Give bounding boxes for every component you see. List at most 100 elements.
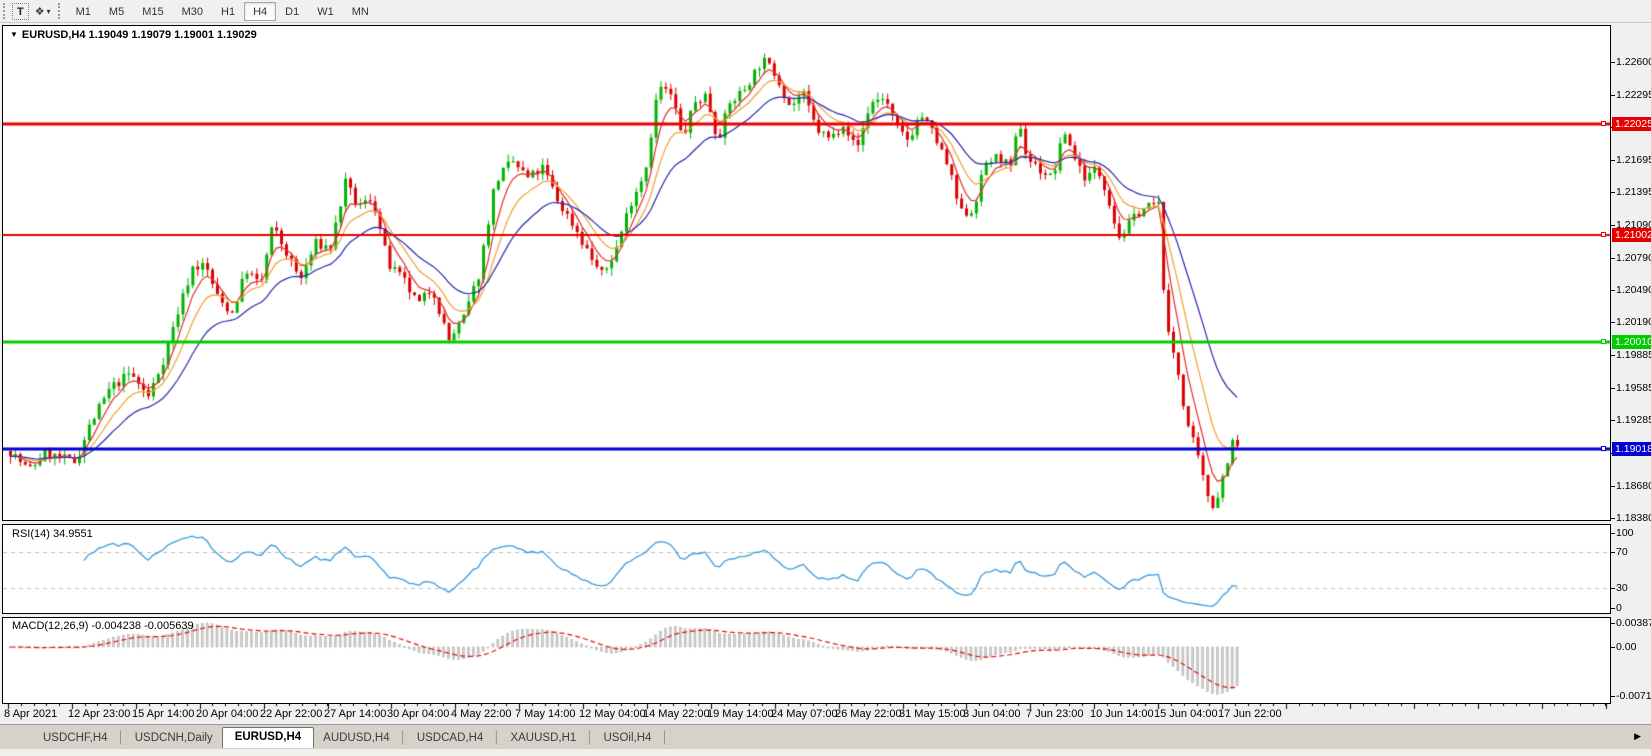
date-axis-label: 15 Jun 04:00 [1154, 708, 1218, 720]
date-axis-label: 8 Apr 2021 [4, 708, 57, 720]
price-axis-label: 1.19285 [1616, 414, 1651, 426]
rsi-canvas[interactable] [3, 525, 1610, 613]
line-anchor-square[interactable] [1601, 121, 1606, 126]
rsi-axis-label: 70 [1616, 546, 1651, 558]
date-axis-label: 7 Jun 23:00 [1026, 708, 1084, 720]
date-axis-label: 12 May 04:00 [579, 708, 646, 720]
price-tag: 1.20010 [1612, 335, 1651, 349]
tab-xauusd-h1[interactable]: XAUUSD,H1 [501, 729, 585, 748]
axis-tick [1611, 486, 1615, 487]
price-axis-label: 1.19585 [1616, 382, 1651, 394]
axis-tick [1611, 647, 1615, 648]
date-axis-label: 22 Apr 22:00 [260, 708, 322, 720]
price-axis-label: 1.21395 [1616, 186, 1651, 198]
price-tag: 1.22025 [1612, 117, 1651, 131]
price-axis-label: 1.21695 [1616, 154, 1651, 166]
macd-label: MACD(12,26,9) -0.004238 -0.005639 [12, 620, 194, 632]
chart-title: ▼ EURUSD,H4 1.19049 1.19079 1.19001 1.190… [10, 29, 257, 41]
timeframe-button-m30[interactable]: M30 [173, 2, 212, 21]
date-axis-label: 30 Apr 04:00 [387, 708, 449, 720]
chevron-down-icon[interactable]: ▾ [47, 7, 55, 16]
macd-axis-label: 0.003873 [1616, 617, 1651, 629]
axis-tick [1611, 518, 1615, 519]
timeframe-button-m5[interactable]: M5 [100, 2, 133, 21]
rsi-axis-label: 0 [1616, 602, 1651, 614]
timeframe-button-h1[interactable]: H1 [212, 2, 244, 21]
tab-eurusd-h4[interactable]: EURUSD,H4 [222, 727, 314, 748]
tab-separator: │ [399, 732, 408, 748]
price-chart-panel[interactable] [2, 25, 1611, 521]
tab-separator: │ [492, 732, 501, 748]
text-tool-button[interactable]: T [12, 3, 29, 20]
timeframe-button-h4[interactable]: H4 [244, 2, 276, 21]
date-axis-label: 10 Jun 14:00 [1090, 708, 1154, 720]
price-tag: 1.21002 [1612, 228, 1651, 242]
tab-usdcnh-daily[interactable]: USDCNH,Daily [126, 729, 222, 748]
axis-tick [1611, 322, 1615, 323]
axis-tick [1611, 552, 1615, 553]
chart-dropdown-icon[interactable]: ▼ [10, 30, 18, 39]
horizontal-scrollbar[interactable] [0, 748, 1651, 756]
tab-scroll-right-icon[interactable]: ▶ [1634, 731, 1641, 742]
toolbar-grip [58, 3, 63, 19]
price-axis-label: 1.19885 [1616, 349, 1651, 361]
date-axis-label: 31 May 15:00 [899, 708, 966, 720]
time-axis: 8 Apr 202112 Apr 23:0015 Apr 14:0020 Apr… [0, 704, 1651, 724]
price-tag: 1.19018 [1612, 442, 1651, 456]
line-anchor-square[interactable] [1601, 446, 1606, 451]
date-axis-label: 26 May 22:00 [835, 708, 902, 720]
tab-separator: │ [660, 732, 669, 748]
line-anchor-square[interactable] [1601, 339, 1606, 344]
timeframe-button-d1[interactable]: D1 [276, 2, 308, 21]
timeframe-group: M1M5M15M30H1H4D1W1MN [67, 2, 378, 21]
axis-tick [1611, 62, 1615, 63]
tools-icon[interactable]: ❖ [29, 5, 47, 18]
tab-usdcad-h4[interactable]: USDCAD,H4 [408, 729, 492, 748]
macd-axis-label: 0.00 [1616, 641, 1651, 653]
macd-canvas[interactable] [3, 618, 1610, 703]
date-axis-label: 17 Jun 22:00 [1218, 708, 1282, 720]
price-axis-label: 1.20490 [1616, 284, 1651, 296]
axis-tick [1611, 388, 1615, 389]
toolbar-grip [3, 3, 8, 19]
tab-separator: │ [117, 732, 126, 748]
axis-tick [1611, 355, 1615, 356]
tab-separator: │ [585, 732, 594, 748]
timeframe-button-m1[interactable]: M1 [67, 2, 100, 21]
line-anchor-square[interactable] [1601, 232, 1606, 237]
rsi-panel[interactable] [2, 524, 1611, 614]
date-axis-label: 14 May 22:00 [643, 708, 710, 720]
price-axis-label: 1.20790 [1616, 252, 1651, 264]
timeframe-button-w1[interactable]: W1 [308, 2, 343, 21]
date-axis-label: 15 Apr 14:00 [132, 708, 194, 720]
axis-tick [1611, 420, 1615, 421]
date-axis-label: 12 Apr 23:00 [68, 708, 130, 720]
date-axis-label: 24 May 07:00 [771, 708, 838, 720]
date-axis-label: 3 Jun 04:00 [963, 708, 1021, 720]
rsi-label: RSI(14) 34.9551 [12, 528, 93, 540]
rsi-axis-label: 30 [1616, 582, 1651, 594]
axis-tick [1611, 192, 1615, 193]
axis-tick [1611, 533, 1615, 534]
axis-tick [1611, 258, 1615, 259]
candlestick-chart-canvas[interactable] [3, 26, 1610, 520]
symbol-ohlc-text: EURUSD,H4 1.19049 1.19079 1.19001 1.1902… [22, 29, 257, 41]
timeframe-button-mn[interactable]: MN [343, 2, 378, 21]
date-axis-label: 19 May 14:00 [707, 708, 774, 720]
axis-tick [1611, 290, 1615, 291]
tab-audusd-h4[interactable]: AUDUSD,H4 [314, 729, 398, 748]
price-axis-label: 1.20190 [1616, 316, 1651, 328]
axis-tick [1611, 95, 1615, 96]
macd-axis-label: -0.00719 [1616, 690, 1651, 702]
tab-usdchf-h4[interactable]: USDCHF,H4 [34, 729, 117, 748]
macd-panel[interactable] [2, 617, 1611, 704]
price-axis-label: 1.22600 [1616, 56, 1651, 68]
top-toolbar: T ❖ ▾ M1M5M15M30H1H4D1W1MN [0, 0, 1651, 23]
axis-tick [1611, 623, 1615, 624]
rsi-axis-label: 100 [1616, 527, 1651, 539]
price-axis-label: 1.18380 [1616, 512, 1651, 524]
date-axis-label: 27 Apr 14:00 [324, 708, 386, 720]
date-axis-label: 7 May 14:00 [515, 708, 576, 720]
tab-usoil-h4[interactable]: USOil,H4 [594, 729, 660, 748]
timeframe-button-m15[interactable]: M15 [133, 2, 172, 21]
